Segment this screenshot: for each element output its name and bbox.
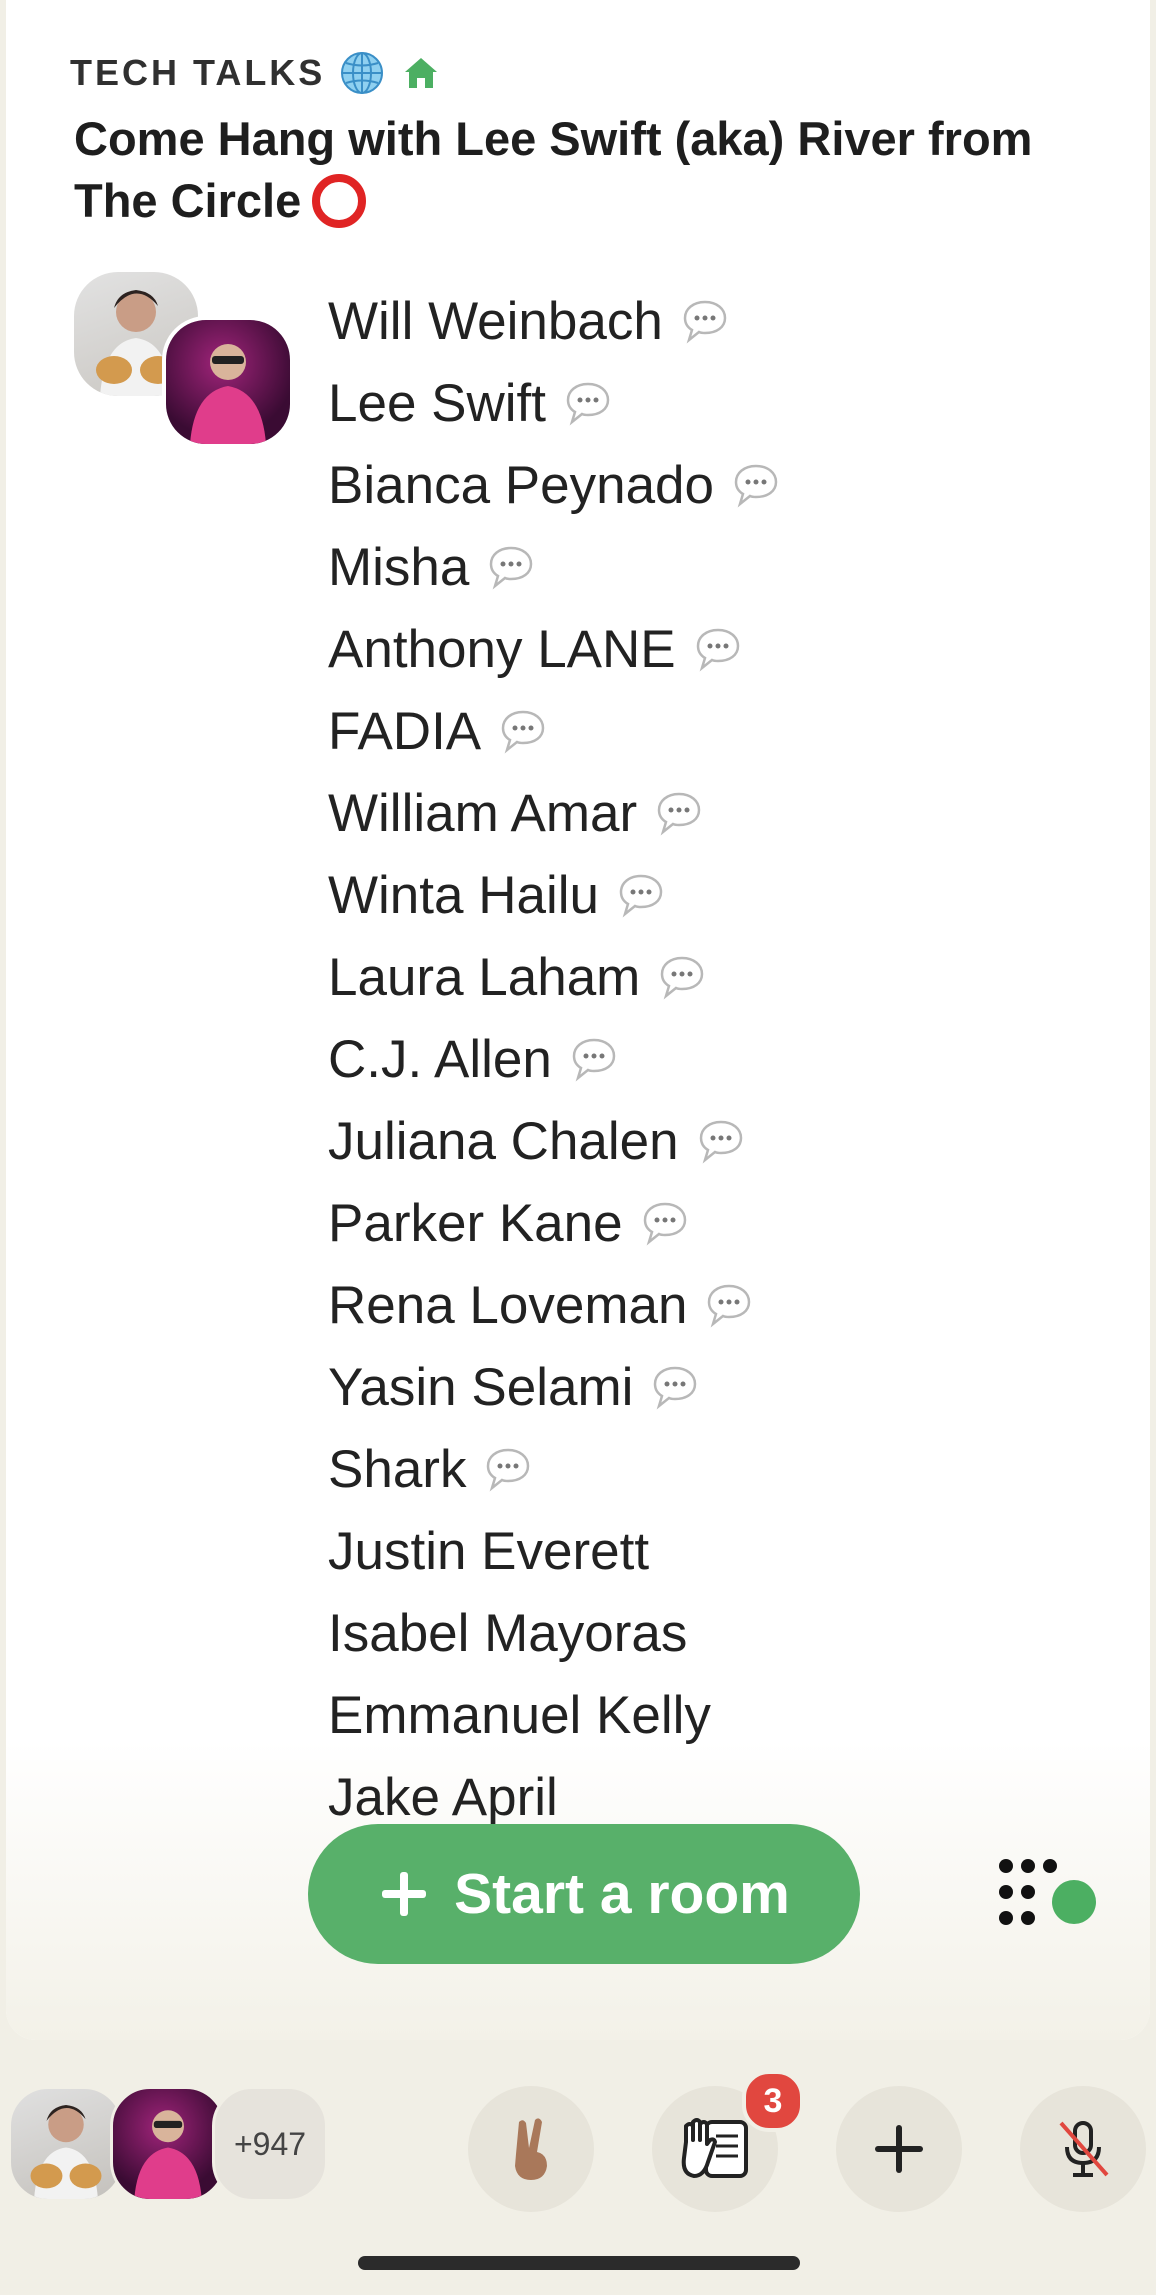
globe-icon [341,52,384,94]
speaker-item[interactable]: Isabel Mayoras [328,1592,780,1674]
chat-bubble-icon [487,1448,530,1492]
speaker-name: Misha [328,537,470,597]
speaker-name: Emmanuel Kelly [328,1685,711,1745]
chat-bubble-icon [566,382,610,426]
speaker-name: Laura Laham [328,947,641,1007]
speaker-name: Juliana Chalen [328,1111,679,1171]
speaker-item[interactable]: Shark [328,1428,780,1510]
add-button[interactable] [836,2086,962,2212]
raise-hand-icon [681,2118,748,2178]
chat-bubble-icon [572,1038,616,1082]
peace-hand-button[interactable] [468,2086,594,2212]
speaker-item[interactable]: Winta Hailu [328,854,780,936]
listener-count[interactable]: +947 [212,2086,328,2202]
chat-bubble-icon [708,1284,751,1328]
room-title-text: Come Hang with Lee Swift (aka) River fro… [74,112,1033,227]
hand-raise-badge: 3 [742,2070,804,2132]
speaker-item[interactable]: Lee Swift [328,362,780,444]
speaker-item[interactable]: FADIA [328,690,780,772]
speaker-item[interactable]: Misha [328,526,780,608]
speaker-name: Parker Kane [328,1193,623,1253]
speaker-name: Lee Swift [328,373,547,433]
room-title[interactable]: Come Hang with Lee Swift (aka) River fro… [74,108,1034,232]
peace-hand-icon [515,2118,547,2180]
speaker-item[interactable]: Juliana Chalen [328,1100,780,1182]
speaker-item[interactable]: Yasin Selami [328,1346,780,1428]
home-icon [405,58,438,88]
speaker-item[interactable]: Bianca Peynado [328,444,780,526]
speaker-item[interactable]: Emmanuel Kelly [328,1674,780,1756]
speaker-name: C.J. Allen [328,1029,552,1089]
chat-bubble-icon [683,300,727,344]
club-name[interactable]: TECH TALKS [70,52,325,94]
chat-bubble-icon [643,1202,686,1246]
speaker-name: Anthony LANE [328,619,676,679]
chat-bubble-icon [657,792,701,836]
speaker-item[interactable]: William Amar [328,772,780,854]
speaker-name: Yasin Selami [328,1357,634,1417]
speaker-name: Rena Loveman [328,1275,688,1335]
speaker-item[interactable]: Anthony LANE [328,608,780,690]
chat-bubble-icon [490,546,533,590]
start-room-label: Start a room [454,1862,790,1926]
speaker-name: Isabel Mayoras [328,1603,688,1663]
speaker-name: FADIA [328,701,482,761]
speaker-name: Shark [328,1439,467,1499]
start-room-button[interactable]: Start a room [308,1824,860,1964]
speaker-item[interactable]: Rena Loveman [328,1264,780,1346]
speaker-item[interactable]: Will Weinbach [328,280,780,362]
chat-bubble-icon [734,464,778,508]
plus-icon [382,1872,427,1916]
avatar[interactable] [8,2086,124,2202]
speaker-name: Jake April [328,1767,558,1827]
speaker-item[interactable]: Laura Laham [328,936,780,1018]
avatar[interactable] [162,316,294,448]
mute-button[interactable] [1020,2086,1146,2212]
chat-bubble-icon [619,874,663,918]
speaker-name: Winta Hailu [328,865,599,925]
speaker-avatars[interactable] [74,272,294,452]
chat-bubble-icon [661,956,704,1000]
speaker-name: Bianca Peynado [328,455,715,515]
speaker-list: Will Weinbach Lee Swift Bianca Peynado Mish… [328,280,780,1838]
mic-muted-icon [1059,2121,1109,2177]
speaker-name: Justin Everett [328,1521,650,1581]
room-card[interactable]: TECH TALKS Come Hang with Lee Swift (aka… [6,0,1150,2040]
home-indicator[interactable] [358,2256,800,2270]
speaker-item[interactable]: Justin Everett [328,1510,780,1592]
avatar[interactable] [110,2086,226,2202]
chat-bubble-icon [699,1120,742,1164]
club-header[interactable]: TECH TALKS [70,48,441,98]
plus-icon [875,2125,923,2173]
speaker-name: Will Weinbach [328,291,663,351]
online-dots-icon[interactable] [994,1856,1098,1932]
listener-avatars[interactable]: +947 [8,2086,328,2202]
speaker-name: William Amar [328,783,638,843]
speaker-item[interactable]: C.J. Allen [328,1018,780,1100]
chat-bubble-icon [696,628,739,672]
speaker-item[interactable]: Parker Kane [328,1182,780,1264]
chat-bubble-icon [501,710,545,754]
red-circle-icon [312,173,367,228]
chat-bubble-icon [654,1366,697,1410]
